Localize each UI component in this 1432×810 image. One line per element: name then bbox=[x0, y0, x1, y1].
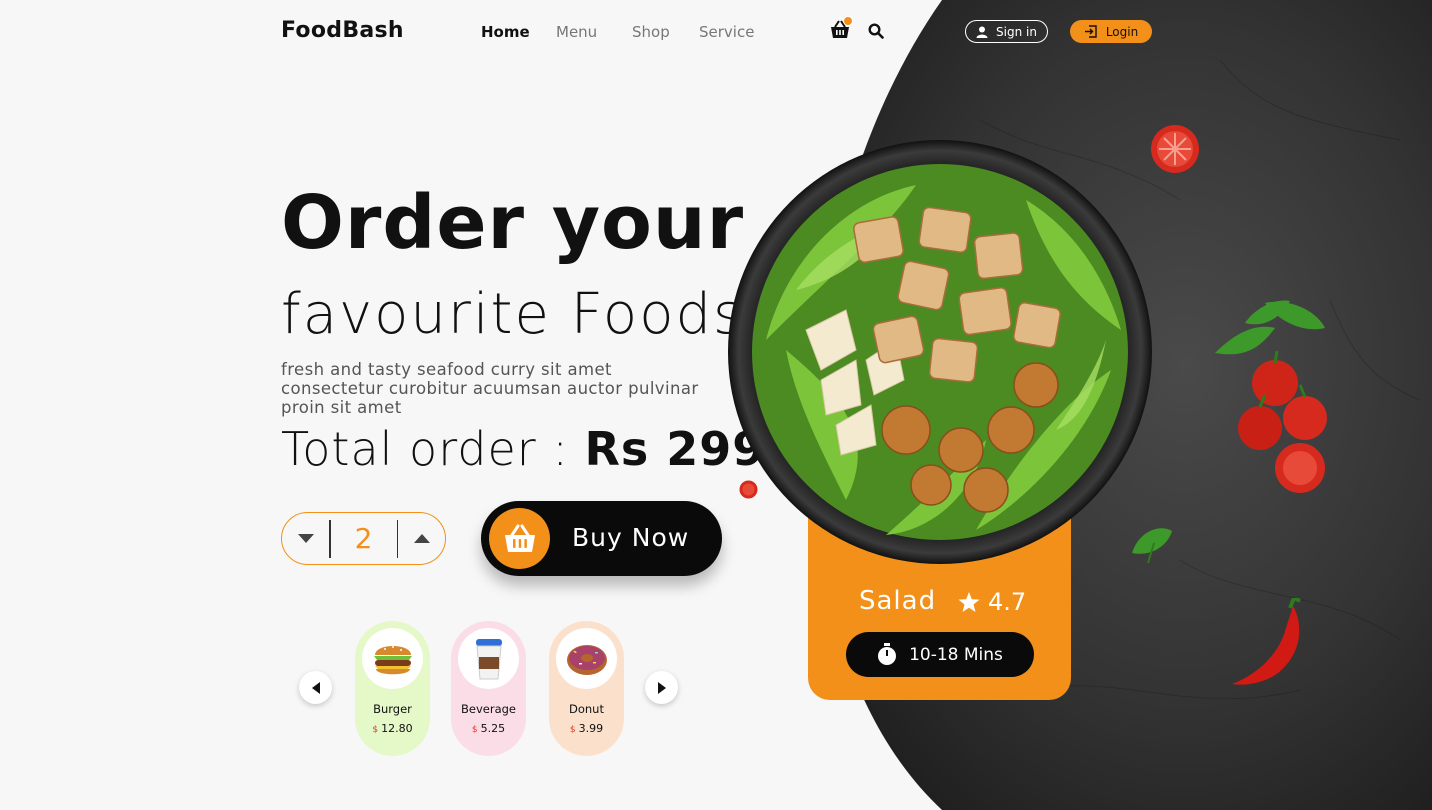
quantity-value[interactable]: 2 bbox=[331, 522, 397, 555]
carousel-item-name: Beverage bbox=[461, 702, 516, 716]
sign-in-label: Sign in bbox=[996, 24, 1037, 39]
carousel-item-price: $3.99 bbox=[549, 722, 624, 735]
price-value: 3.99 bbox=[578, 722, 604, 735]
nav-menu[interactable]: Menu bbox=[556, 23, 597, 41]
buy-basket-badge bbox=[489, 508, 550, 569]
stopwatch-icon bbox=[878, 643, 897, 665]
quantity-increase-button[interactable] bbox=[398, 513, 445, 564]
cherry-tomatoes-icon bbox=[1215, 300, 1327, 493]
brand-logo[interactable]: FoodBash bbox=[281, 18, 404, 43]
caret-left-icon bbox=[311, 681, 320, 694]
parsley-leaf-icon bbox=[1132, 528, 1172, 564]
nav-service[interactable]: Service bbox=[699, 23, 754, 41]
carousel-card-donut[interactable]: Donut $3.99 bbox=[549, 621, 624, 756]
carousel-item-price: $12.80 bbox=[355, 722, 430, 735]
caret-up-icon bbox=[413, 534, 430, 543]
nav-home[interactable]: Home bbox=[481, 23, 530, 41]
carousel-card-beverage[interactable]: Beverage $5.25 bbox=[451, 621, 526, 756]
buy-now-label: Buy Now bbox=[572, 523, 690, 552]
search-icon[interactable] bbox=[868, 23, 884, 39]
login-button[interactable]: Login bbox=[1070, 20, 1152, 43]
star-icon bbox=[958, 591, 980, 612]
currency-symbol: $ bbox=[569, 725, 576, 735]
quantity-stepper: 2 bbox=[281, 512, 446, 565]
tomato-slice-icon bbox=[1151, 125, 1199, 173]
rating-value: 4.7 bbox=[988, 588, 1027, 616]
quantity-decrease-button[interactable] bbox=[282, 513, 329, 564]
chili-pepper-icon bbox=[1232, 598, 1301, 685]
coffee-cup-icon bbox=[458, 628, 519, 689]
caret-right-icon bbox=[657, 681, 666, 694]
delivery-time-pill: 10-18 Mins bbox=[846, 632, 1034, 677]
currency-symbol: $ bbox=[471, 725, 478, 735]
buy-now-button[interactable]: Buy Now bbox=[481, 501, 722, 576]
featured-rating: 4.7 bbox=[958, 588, 1026, 616]
carousel-prev-button[interactable] bbox=[299, 671, 332, 704]
total-order-label: Total order : bbox=[281, 422, 585, 476]
carousel-card-burger[interactable]: Burger $12.80 bbox=[355, 621, 430, 756]
currency-symbol: $ bbox=[372, 725, 379, 735]
login-label: Login bbox=[1105, 24, 1139, 39]
user-icon bbox=[976, 26, 988, 38]
carousel-item-name: Donut bbox=[569, 702, 604, 716]
hero-title: Order your bbox=[281, 180, 745, 266]
burger-icon bbox=[362, 628, 423, 689]
salad-bowl-image bbox=[728, 140, 1152, 564]
carousel-next-button[interactable] bbox=[645, 671, 678, 704]
delivery-time: 10-18 Mins bbox=[909, 644, 1003, 665]
nav-shop[interactable]: Shop bbox=[632, 23, 670, 41]
donut-icon bbox=[556, 628, 617, 689]
cart-badge bbox=[843, 16, 853, 26]
hero-description: fresh and tasty seafood curry sit amet c… bbox=[281, 360, 699, 417]
carousel-item-price: $5.25 bbox=[451, 722, 526, 735]
carousel-item-name: Burger bbox=[373, 702, 412, 716]
tomato-slice-icon bbox=[739, 480, 758, 499]
shopping-basket-icon bbox=[504, 524, 535, 552]
price-value: 12.80 bbox=[381, 722, 413, 735]
login-icon bbox=[1084, 25, 1097, 38]
price-value: 5.25 bbox=[480, 722, 506, 735]
featured-product-name: Salad bbox=[859, 586, 937, 616]
caret-down-icon bbox=[297, 534, 314, 543]
hero-subtitle: favourite Foods bbox=[281, 282, 745, 347]
sign-in-button[interactable]: Sign in bbox=[965, 20, 1048, 43]
total-order: Total order : Rs 299 bbox=[281, 422, 765, 476]
